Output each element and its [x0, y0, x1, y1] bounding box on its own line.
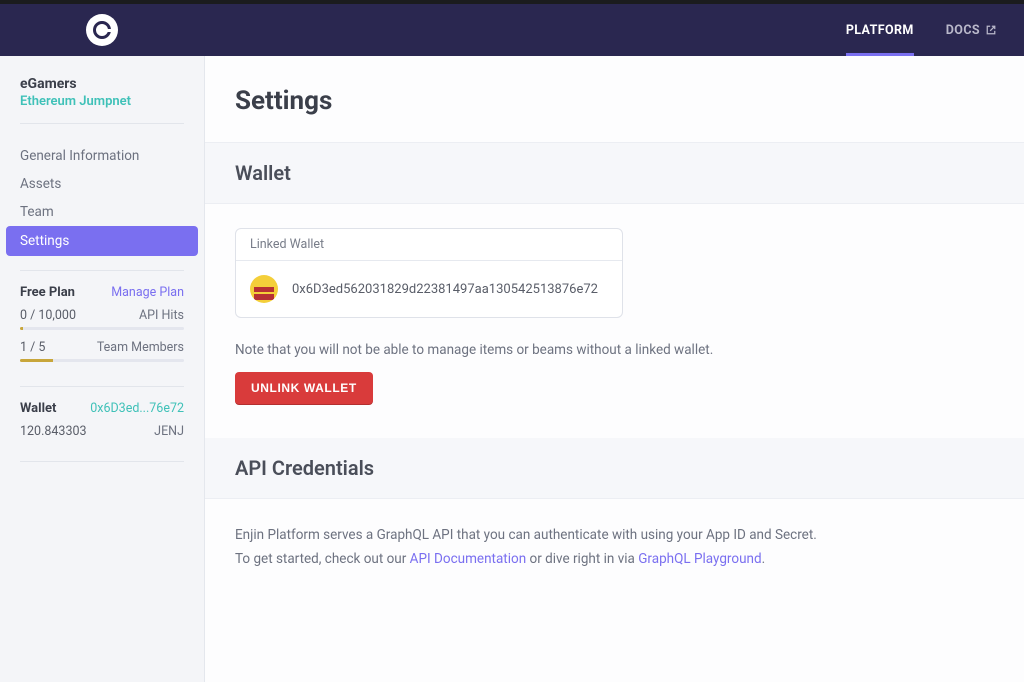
- main-content: Settings Wallet Linked Wallet 0x6D3ed562…: [205, 56, 1024, 682]
- wallet-full-address: 0x6D3ed562031829d22381497aa130542513876e…: [292, 282, 598, 297]
- sidebar-item-assets[interactable]: Assets: [0, 170, 204, 198]
- sidebar-nav: General Information Assets Team Settings: [0, 138, 204, 256]
- project-network[interactable]: Ethereum Jumpnet: [20, 94, 184, 109]
- nav-tab-docs[interactable]: DOCS: [946, 4, 996, 56]
- page-title: Settings: [235, 86, 994, 116]
- team-value: 1 / 5: [20, 340, 45, 355]
- graphql-playground-link[interactable]: GraphQL Playground: [638, 551, 761, 567]
- sidebar-item-general[interactable]: General Information: [0, 142, 204, 170]
- enjin-logo[interactable]: [86, 14, 118, 46]
- nav-tab-platform[interactable]: PLATFORM: [846, 4, 914, 56]
- team-bar: [20, 359, 184, 362]
- sidebar-item-settings[interactable]: Settings: [6, 226, 198, 256]
- wallet-note: Note that you will not be able to manage…: [235, 342, 994, 358]
- api-documentation-link[interactable]: API Documentation: [410, 551, 526, 567]
- linked-wallet-label: Linked Wallet: [236, 229, 622, 261]
- divider: [20, 270, 184, 271]
- api-text-c: .: [762, 551, 766, 567]
- wallet-token: JENJ: [154, 424, 184, 439]
- nav-tab-docs-label: DOCS: [946, 23, 980, 38]
- wallet-short-address[interactable]: 0x6D3ed...76e72: [90, 401, 184, 416]
- api-hits-label: API Hits: [139, 308, 184, 323]
- external-link-icon: [986, 25, 996, 35]
- api-description-1: Enjin Platform serves a GraphQL API that…: [235, 523, 994, 547]
- wallet-avatar-icon: [250, 275, 278, 303]
- top-nav: PLATFORM DOCS: [0, 4, 1024, 56]
- sidebar-item-team[interactable]: Team: [0, 198, 204, 226]
- wallet-balance: 120.843303: [20, 424, 87, 439]
- manage-plan-link[interactable]: Manage Plan: [111, 285, 184, 300]
- section-title-api: API Credentials: [235, 456, 994, 480]
- wallet-title: Wallet: [20, 401, 56, 416]
- section-head-api: API Credentials: [205, 438, 1024, 499]
- team-label: Team Members: [97, 340, 184, 355]
- sidebar: eGamers Ethereum Jumpnet General Informa…: [0, 56, 205, 682]
- divider: [20, 123, 184, 124]
- api-hits-value: 0 / 10,000: [20, 308, 76, 323]
- linked-wallet-card: Linked Wallet 0x6D3ed562031829d22381497a…: [235, 228, 623, 318]
- nav-tab-platform-label: PLATFORM: [846, 23, 914, 38]
- api-description-2: To get started, check out our API Docume…: [235, 547, 994, 571]
- project-name: eGamers: [20, 76, 184, 92]
- api-text-b: or dive right in via: [526, 551, 638, 567]
- section-title-wallet: Wallet: [235, 161, 994, 185]
- section-head-wallet: Wallet: [205, 143, 1024, 204]
- api-text-a: To get started, check out our: [235, 551, 410, 567]
- plan-title: Free Plan: [20, 285, 75, 300]
- divider: [20, 461, 184, 462]
- api-hits-bar: [20, 327, 184, 330]
- enjin-logo-icon: [93, 21, 111, 39]
- unlink-wallet-button[interactable]: UNLINK WALLET: [235, 372, 373, 404]
- divider: [20, 386, 184, 387]
